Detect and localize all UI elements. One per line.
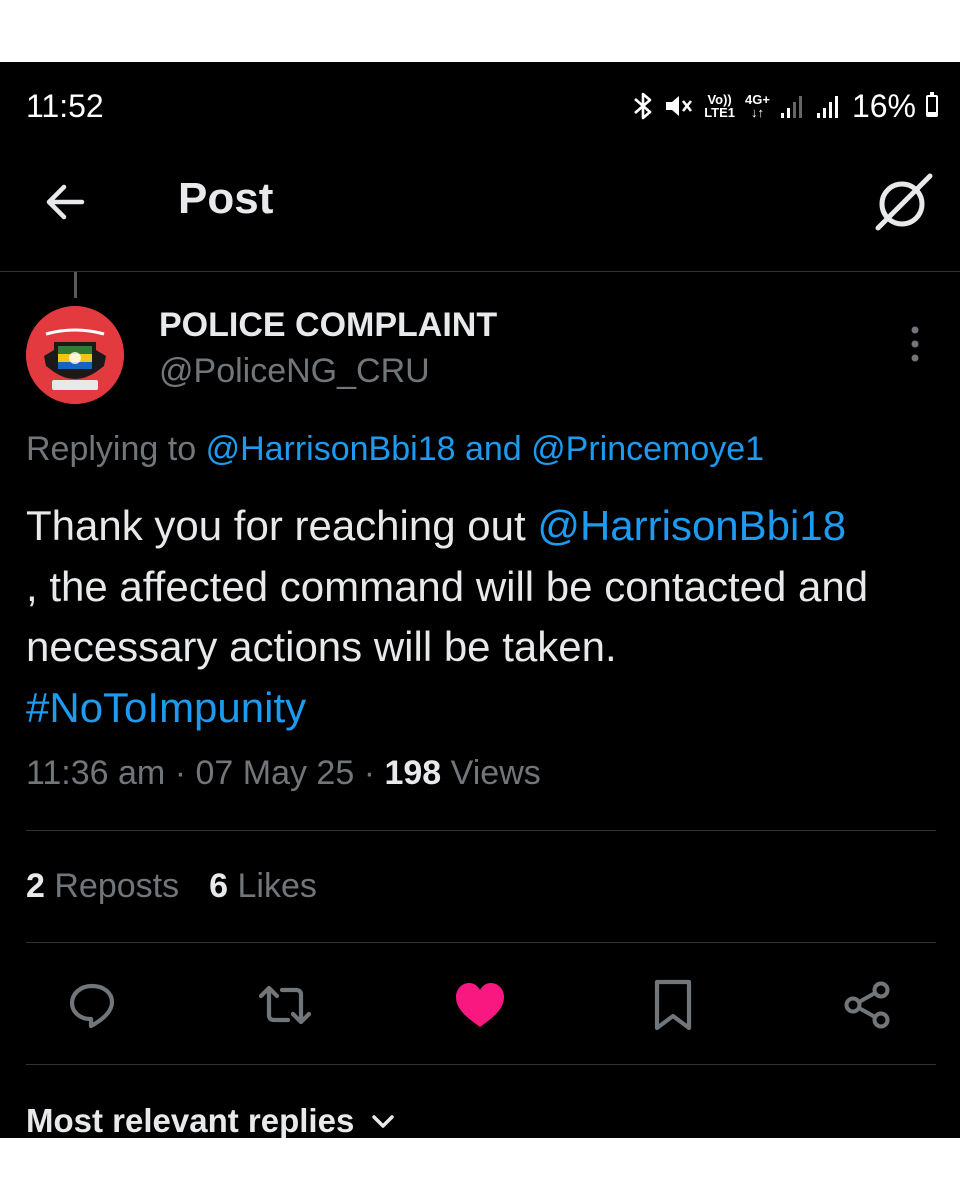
share-button[interactable] — [837, 977, 897, 1033]
post-meta: 11:36 am · 07 May 25 · 198 Views — [26, 754, 541, 793]
likes-count: 6 — [209, 867, 229, 905]
mention-link[interactable]: @HarrisonBbi18 — [537, 502, 846, 549]
mute-icon — [664, 92, 694, 120]
phone-screen: 11:52 Vo)) LTE1 4G+ ↓↑ 16% Post POLICE C… — [0, 62, 960, 1138]
share-icon — [844, 981, 890, 1029]
likes-stat[interactable]: 6 Likes — [209, 867, 317, 905]
post-time: 11:36 am — [26, 754, 166, 792]
battery-percent: 16% — [851, 87, 916, 124]
arrow-left-icon — [46, 184, 85, 220]
replying-to-label: Replying to — [26, 430, 197, 468]
views-label: Views — [450, 754, 541, 792]
reposts-count: 2 — [26, 867, 45, 905]
police-crest-logo — [26, 306, 124, 404]
more-options-button[interactable] — [900, 324, 930, 364]
divider — [26, 942, 936, 943]
repost-icon — [258, 985, 312, 1025]
author-name[interactable]: POLICE COMPLAINT — [159, 306, 497, 345]
lte-label: LTE1 — [704, 105, 736, 120]
top-app-bar: Post — [0, 154, 960, 272]
reposts-stat[interactable]: 2 Reposts — [26, 867, 179, 905]
author-handle[interactable]: @PoliceNG_CRU — [159, 352, 430, 391]
reply-icon — [69, 983, 115, 1029]
bookmark-button[interactable] — [643, 977, 703, 1033]
reply-user-link[interactable]: @HarrisonBbi18 — [206, 430, 456, 468]
back-button[interactable] — [40, 176, 92, 228]
replies-sort-dropdown[interactable]: Most relevant replies — [26, 1102, 396, 1138]
battery-fill — [928, 112, 936, 115]
reply-and-text: and — [464, 430, 522, 468]
engagement-stats: 2 Reposts 6 Likes — [26, 867, 317, 906]
post-text: Thank you for reaching out @HarrisonBbi1… — [26, 496, 941, 738]
divider — [26, 830, 936, 831]
views-count: 198 — [384, 754, 442, 792]
meta-separator: · — [363, 754, 376, 792]
signal-icon — [816, 93, 842, 119]
chevron-down-icon — [370, 1111, 396, 1131]
signal-icon — [780, 93, 806, 119]
replying-to: Replying to @HarrisonBbi18 and @Princemo… — [26, 430, 764, 469]
4g-icon: 4G+ ↓↑ — [745, 93, 770, 119]
reposts-label: Reposts — [54, 867, 180, 905]
thread-connector — [74, 272, 77, 298]
data-arrows: ↓↑ — [750, 105, 764, 120]
bluetooth-icon — [632, 91, 654, 121]
post-text-part: Thank you for reaching out — [26, 502, 526, 549]
status-time: 11:52 — [26, 88, 104, 124]
bookmark-icon — [654, 979, 692, 1031]
like-icon — [456, 983, 504, 1027]
like-button[interactable] — [450, 977, 510, 1033]
replies-sort-label: Most relevant replies — [26, 1102, 355, 1138]
status-icons: Vo)) LTE1 4G+ ↓↑ 16% — [632, 86, 938, 126]
reply-button[interactable] — [62, 977, 122, 1033]
hashtag-link[interactable]: #NoToImpunity — [26, 684, 306, 731]
reply-user-link[interactable]: @Princemoye1 — [531, 430, 764, 468]
grok-button[interactable] — [872, 170, 936, 234]
likes-label: Likes — [237, 867, 317, 905]
repost-button[interactable] — [255, 977, 315, 1033]
post-date: 07 May 25 — [195, 754, 355, 792]
status-bar: 11:52 Vo)) LTE1 4G+ ↓↑ 16% — [0, 62, 960, 154]
volte-icon: Vo)) LTE1 — [704, 93, 735, 119]
grok-icon — [875, 173, 933, 231]
page-title: Post — [178, 174, 274, 223]
battery-icon — [926, 92, 938, 117]
meta-separator: · — [174, 754, 187, 792]
more-vertical-icon — [911, 326, 919, 362]
divider — [26, 1064, 936, 1065]
post-text-part: , the affected command will be contacted… — [26, 562, 869, 671]
avatar[interactable] — [26, 306, 124, 404]
